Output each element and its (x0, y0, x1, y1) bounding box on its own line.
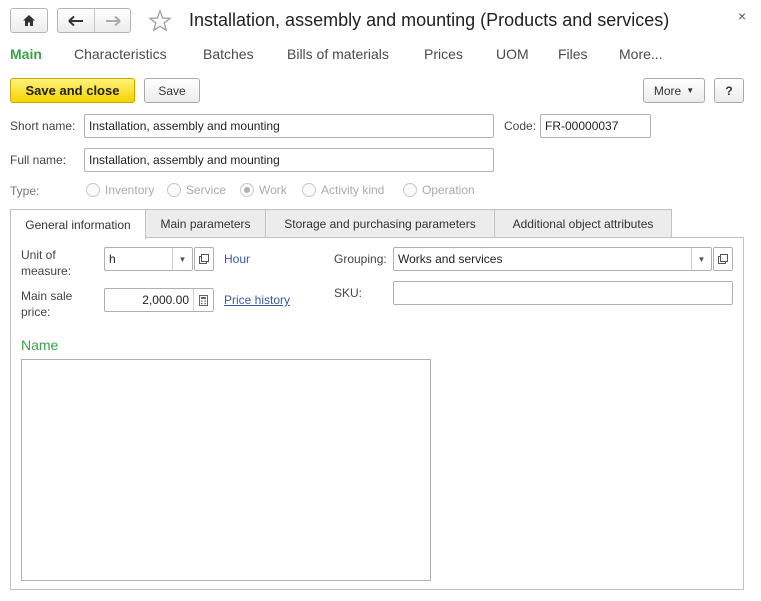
grouping-open-button[interactable] (713, 247, 733, 271)
type-radio-work[interactable]: Work (240, 183, 287, 197)
open-window-icon (199, 254, 209, 264)
calculator-icon (199, 294, 208, 306)
nav-uom[interactable]: UOM (496, 46, 529, 62)
nav-bills-of-materials[interactable]: Bills of materials (287, 46, 389, 62)
code-label: Code: (504, 119, 537, 133)
open-window-icon (718, 254, 728, 264)
star-icon (148, 9, 172, 32)
arrow-right-icon (105, 15, 121, 26)
favorite-star-button[interactable] (148, 9, 172, 33)
uom-value: h (109, 252, 116, 266)
radio-circle (86, 183, 100, 197)
radio-circle (403, 183, 417, 197)
type-radio-activity-kind[interactable]: Activity kind (302, 183, 384, 197)
radio-label: Inventory (105, 183, 155, 197)
grouping-select[interactable]: Works and services ▼ (393, 247, 712, 271)
uom-open-button[interactable] (194, 247, 214, 271)
uom-name-link[interactable]: Hour (224, 252, 250, 266)
radio-circle-selected (240, 183, 254, 197)
full-name-label: Full name: (10, 153, 67, 167)
forward-button[interactable] (94, 9, 130, 32)
uom-label-line2: measure: (21, 264, 72, 278)
type-radio-inventory[interactable]: Inventory (86, 183, 154, 197)
calculator-button[interactable] (193, 289, 213, 311)
triangle-down-icon[interactable]: ▼ (172, 248, 192, 270)
nav-more[interactable]: More... (619, 46, 663, 62)
sku-field[interactable] (393, 281, 733, 305)
full-name-field[interactable]: Installation, assembly and mounting (84, 148, 494, 172)
triangle-down-icon[interactable]: ▼ (691, 248, 711, 270)
uom-select[interactable]: h ▼ (104, 247, 193, 271)
type-radio-service[interactable]: Service (167, 183, 226, 197)
window-title: Installation, assembly and mounting (Pro… (189, 10, 670, 30)
nav-characteristics[interactable]: Characteristics (74, 46, 167, 62)
radio-label: Operation (422, 183, 475, 197)
nav-main[interactable]: Main (10, 46, 42, 62)
uom-label-line1: Unit of (21, 248, 56, 262)
back-button[interactable] (58, 9, 94, 32)
main-sale-price-field[interactable]: 2,000.00 (104, 288, 214, 312)
save-button[interactable]: Save (144, 78, 200, 103)
radio-circle (167, 183, 181, 197)
type-radio-operation[interactable]: Operation (403, 183, 475, 197)
short-name-field[interactable]: Installation, assembly and mounting (84, 114, 494, 138)
arrow-left-icon (68, 15, 83, 26)
nav-batches[interactable]: Batches (203, 46, 254, 62)
history-nav (57, 8, 131, 33)
help-button[interactable]: ? (714, 78, 744, 103)
triangle-down-icon: ▼ (686, 86, 695, 95)
nav-prices[interactable]: Prices (424, 46, 463, 62)
radio-circle (302, 183, 316, 197)
radio-label: Work (259, 183, 287, 197)
nav-files[interactable]: Files (558, 46, 588, 62)
short-name-label: Short name: (10, 119, 76, 133)
price-label-line1: Main sale (21, 289, 73, 303)
home-button[interactable] (10, 8, 48, 33)
radio-label: Activity kind (321, 183, 385, 197)
price-history-link[interactable]: Price history (224, 293, 290, 307)
tab-general-information[interactable]: General information (10, 209, 146, 239)
tab-additional-attributes[interactable]: Additional object attributes (494, 209, 672, 238)
more-menu-button[interactable]: More ▼ (643, 78, 705, 103)
price-value: 2,000.00 (142, 293, 189, 307)
save-and-close-button[interactable]: Save and close (10, 78, 135, 103)
code-field[interactable]: FR-00000037 (540, 114, 651, 138)
more-menu-label: More (653, 83, 682, 98)
home-icon (23, 15, 35, 26)
radio-label: Service (186, 183, 227, 197)
close-icon[interactable]: × (738, 8, 746, 24)
grouping-value: Works and services (398, 252, 503, 266)
grouping-label: Grouping: (334, 252, 387, 266)
sku-label: SKU: (334, 286, 363, 300)
name-textarea[interactable] (21, 359, 431, 581)
price-label-line2: price: (21, 305, 51, 319)
tab-storage-purchasing[interactable]: Storage and purchasing parameters (265, 209, 495, 238)
type-label: Type: (10, 184, 40, 198)
tab-main-parameters[interactable]: Main parameters (145, 209, 266, 238)
name-heading: Name (21, 337, 59, 353)
